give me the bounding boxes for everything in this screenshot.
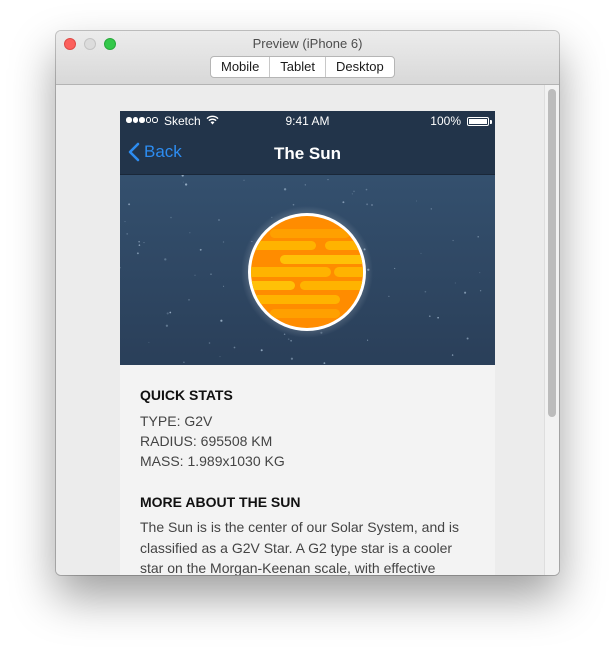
battery-percentage: 100%: [430, 114, 461, 128]
stat-type: TYPE: G2V: [140, 413, 213, 429]
about-paragraph: The Sun is is the center of our Solar Sy…: [140, 519, 460, 575]
navigation-bar: Sketch 9:41 AM 100% Back The Sun: [120, 111, 495, 175]
segment-desktop[interactable]: Desktop: [326, 57, 394, 77]
window-title: Preview (iPhone 6): [252, 36, 363, 51]
quick-stats-heading: QUICK STATS: [140, 387, 233, 403]
segment-mobile[interactable]: Mobile: [211, 57, 271, 77]
content-body: QUICK STATS TYPE: G2V RADIUS: 695508 KM …: [120, 365, 495, 575]
iphone-screen: Sketch 9:41 AM 100% Back The Sun QUICK S…: [120, 111, 495, 575]
sun-illustration: [241, 206, 373, 338]
status-bar: Sketch 9:41 AM 100%: [120, 111, 495, 131]
device-segmented-control: Mobile Tablet Desktop: [210, 56, 395, 78]
stat-radius: RADIUS: 695508 KM: [140, 433, 273, 449]
battery-icon: [467, 117, 489, 126]
title-bar: Preview (iPhone 6) Mobile Tablet Desktop: [56, 31, 559, 85]
preview-window: Preview (iPhone 6) Mobile Tablet Desktop…: [56, 31, 559, 575]
nav-title: The Sun: [273, 144, 342, 163]
scrollbar-thumb[interactable]: [548, 89, 556, 417]
scrollbar[interactable]: [544, 85, 559, 575]
segment-tablet[interactable]: Tablet: [270, 57, 326, 77]
stat-mass: MASS: 1.989x1030 KG: [140, 453, 285, 469]
more-about-heading: MORE ABOUT THE SUN: [140, 494, 301, 510]
sun-hero-banner: [120, 175, 495, 365]
battery-tip: [490, 120, 492, 124]
